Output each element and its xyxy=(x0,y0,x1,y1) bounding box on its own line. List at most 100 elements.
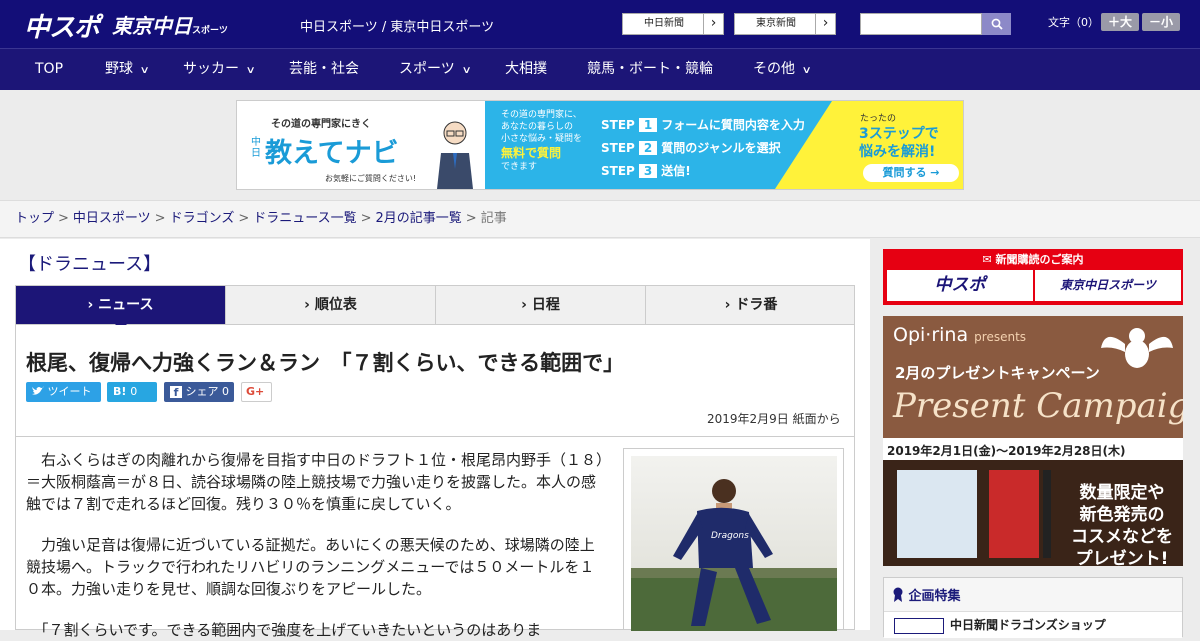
breadcrumb-link[interactable]: ドラゴンズ xyxy=(170,211,235,226)
breadcrumb-separator: > xyxy=(154,211,166,226)
ad-brand-name: Opi·rina xyxy=(893,324,969,346)
banner-note: お気軽にご質問ください! xyxy=(325,174,417,183)
product-image-1 xyxy=(897,470,977,558)
link-label: 中日新聞 xyxy=(644,18,684,29)
chuspo-logo[interactable]: 中スポ xyxy=(24,7,100,44)
promo-line: プレゼント! xyxy=(1075,549,1169,566)
hatena-button[interactable]: B! 0 xyxy=(107,382,157,402)
feature-item-row[interactable]: 中日新聞ドラゴンズショップ xyxy=(884,611,1182,638)
feature-title: 企画特集 xyxy=(908,589,961,604)
nav-label: 大相撲 xyxy=(505,61,547,77)
tab-news[interactable]: › ニュース xyxy=(16,286,226,324)
link-label: 東京新聞 xyxy=(756,18,796,29)
search-icon xyxy=(991,18,1003,30)
tokyo-logo-small: スポーツ xyxy=(192,26,228,36)
tab-dora-ban[interactable]: › ドラ番 xyxy=(646,286,856,324)
banner-brand-prefix: 中日 xyxy=(251,137,261,159)
nav-label: その他 xyxy=(753,61,795,77)
nav-item-sports[interactable]: スポーツ ∨ xyxy=(399,49,472,90)
product-image-3 xyxy=(1043,470,1051,558)
article-paragraph: 「７割くらいです。できる範囲内で強度を上げていきたいというのはありま xyxy=(26,621,542,639)
main-nav: TOP 野球 ∨ サッカー ∨ 芸能・社会 スポーツ ∨ 大相撲 競馬・ボート・競輪 … xyxy=(0,48,1200,90)
font-smaller-button[interactable]: －小 xyxy=(1142,13,1180,31)
nav-item-entertainment[interactable]: 芸能・社会 xyxy=(289,49,359,90)
search-button[interactable] xyxy=(982,13,1011,35)
cta-button[interactable]: 質問する → xyxy=(863,164,959,182)
dragons-shop-icon xyxy=(894,618,944,634)
tweet-button[interactable]: ツイート xyxy=(26,382,101,402)
step-label: STEP xyxy=(601,164,635,178)
tab-standings[interactable]: › 順位表 xyxy=(226,286,436,324)
tweet-label: ツイート xyxy=(47,385,92,398)
step-num: 1 xyxy=(639,118,658,132)
ad-brand: Opi·rina presents xyxy=(893,324,1026,346)
article-paragraph: 力強い足音は復帰に近づいている証拠だ。あいにくの悪天候のため、球場隣の陸上競技場… xyxy=(26,536,595,598)
ad-dates: 2019年2月1日(金)～2019年2月28日(木) xyxy=(887,444,1126,458)
product-image-2 xyxy=(989,470,1039,558)
banner-step-1: STEP 1 フォームに質問内容を入力 xyxy=(601,116,805,133)
section-tabs: › ニュース › 順位表 › 日程 › ドラ番 xyxy=(15,285,855,325)
opirina-ad[interactable]: Opi·rina presents 2月のプレゼントキャンペーン Present… xyxy=(883,316,1183,566)
nav-item-top[interactable]: TOP xyxy=(35,49,63,90)
banner-brand: 教えてナビ xyxy=(265,138,399,169)
font-larger-button[interactable]: ＋大 xyxy=(1101,13,1139,31)
breadcrumb-link[interactable]: ドラニュース一覧 xyxy=(253,211,356,226)
subscription-box[interactable]: ✉ 新聞購読のご案内 中スポ 東京中日スポーツ xyxy=(883,249,1183,305)
nav-label: 野球 xyxy=(105,61,133,77)
top-header: 中スポ 東京中日スポーツ 中日スポーツ / 東京中日スポーツ 中日新聞 › 東京新… xyxy=(0,0,1200,48)
ad-promo: 数量限定や 新色発売の コスメなどを プレゼント! xyxy=(1071,482,1173,566)
step-text: フォームに質問内容を入力 xyxy=(661,118,805,132)
feature-title-row: 企画特集 xyxy=(892,585,961,604)
banner-intro: その道の専門家に、 あなたの暮らしの 小さな悩み・疑問を 無料で質問 できます xyxy=(501,109,582,173)
subscribe-chuspo-link[interactable]: 中スポ xyxy=(887,270,1033,301)
nav-item-baseball[interactable]: 野球 ∨ xyxy=(105,49,150,90)
tokyo-chunichi-logo[interactable]: 東京中日スポーツ xyxy=(112,10,228,39)
tokyo-logo-text: 東京中日 xyxy=(112,14,192,38)
step-num: 2 xyxy=(639,141,658,155)
breadcrumb-link[interactable]: 2月の記事一覧 xyxy=(376,211,462,226)
nav-label: サッカー xyxy=(183,61,239,77)
step-text: 質問のジャンルを選択 xyxy=(661,141,781,155)
tokyo-shimbun-link[interactable]: 東京新聞 › xyxy=(734,13,836,35)
intro-line: あなたの暮らしの xyxy=(501,122,574,132)
step-label: STEP xyxy=(601,118,635,132)
nav-item-other[interactable]: その他 ∨ xyxy=(753,49,812,90)
runner-photo-image: Dragons xyxy=(631,456,837,631)
chevron-down-icon: ∨ xyxy=(801,65,812,76)
nav-item-sumo[interactable]: 大相撲 xyxy=(505,49,547,90)
breadcrumb-separator: > xyxy=(238,211,250,226)
subscription-text: 新聞購読のご案内 xyxy=(995,253,1084,266)
article-photo[interactable]: Dragons xyxy=(623,448,844,631)
nav-item-soccer[interactable]: サッカー ∨ xyxy=(183,49,256,90)
ad-brand-suffix: presents xyxy=(974,330,1027,344)
chunichi-shimbun-link[interactable]: 中日新聞 › xyxy=(622,13,724,35)
chevron-right-icon: › xyxy=(703,14,723,34)
site-title[interactable]: 中日スポーツ / 東京中日スポーツ xyxy=(300,16,494,35)
ribbon-icon xyxy=(893,587,903,602)
nav-label: 競馬・ボート・競輪 xyxy=(587,61,713,77)
tab-schedule[interactable]: › 日程 xyxy=(436,286,646,324)
article-date: 2019年2月9日 紙面から xyxy=(707,412,841,426)
banner-tagline: その道の専門家にきく xyxy=(271,119,371,130)
facebook-share-button[interactable]: f シェア 0 xyxy=(164,382,234,402)
nav-item-racing[interactable]: 競馬・ボート・競輪 xyxy=(587,49,713,90)
cta-sub: 悩みを解消! xyxy=(859,144,936,160)
breadcrumb-link[interactable]: トップ xyxy=(15,211,54,226)
google-plus-button[interactable]: G+ xyxy=(241,382,272,402)
subscribe-tokyo-link[interactable]: 東京中日スポーツ xyxy=(1035,270,1181,301)
nav-label: TOP xyxy=(35,61,64,77)
facebook-count: 0 xyxy=(222,385,229,398)
font-size-label: 文字（0） xyxy=(1048,16,1099,29)
search-input[interactable] xyxy=(860,13,982,35)
banner-step-3: STEP 3 送信! xyxy=(601,162,691,179)
breadcrumb-current: 記事 xyxy=(480,211,507,226)
intro-line: 小さな悩み・疑問を xyxy=(501,134,583,144)
ad-campaign: 2月のプレゼントキャンペーン xyxy=(895,364,1100,382)
intro-free: 無料で質問 xyxy=(501,146,562,160)
breadcrumb-separator: > xyxy=(58,211,69,226)
nav-label: 芸能・社会 xyxy=(289,61,359,77)
breadcrumb-link[interactable]: 中日スポーツ xyxy=(73,211,151,226)
oshiete-navi-banner[interactable]: その道の専門家にきく 中日 教えてナビ お気軽にご質問ください! その道の専門家… xyxy=(236,100,964,190)
chevron-right-icon: › xyxy=(815,14,835,34)
intro-line: その道の専門家に、 xyxy=(501,110,582,120)
